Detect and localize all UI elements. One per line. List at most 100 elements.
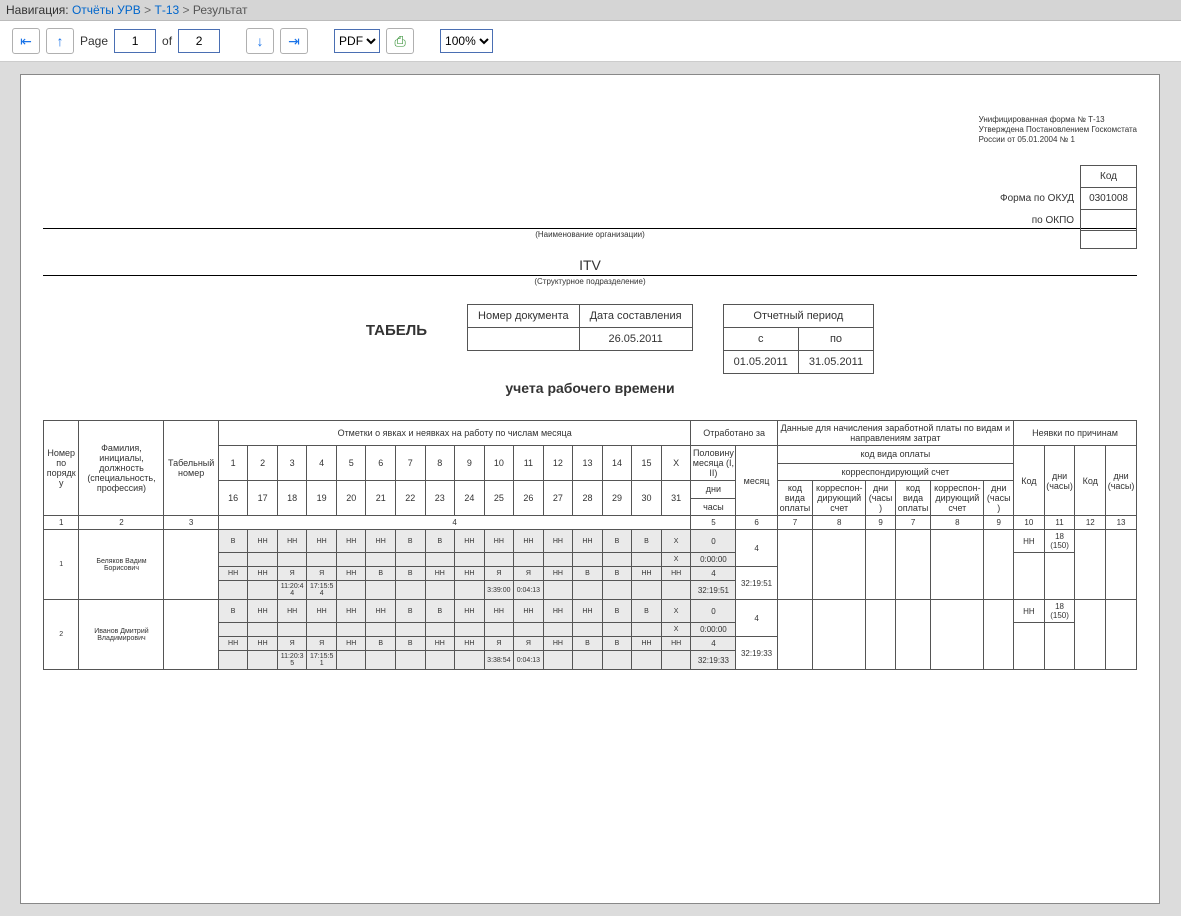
time-cell [307,553,337,567]
of-label: of [162,34,172,48]
day-cell: НН [632,637,662,651]
month-hours: 32:19:51 [736,567,777,600]
half-hours: 32:19:51 [691,581,736,600]
format-select[interactable]: PDF [334,29,380,53]
day-cell: НН [543,637,573,651]
nav-label: Навигация: [6,3,69,17]
th-worked: Отработано за [691,421,777,446]
day-cell: НН [248,637,278,651]
next-page-button[interactable]: ↓ [246,28,274,54]
breadcrumb: Навигация: Отчёты УРВ > Т-13 > Результат [0,0,1181,21]
period-from: 01.05.2011 [723,351,798,374]
abs-cell [1044,623,1075,670]
half-hours: 0:00:00 [691,623,736,637]
abs-code: НН [1014,530,1045,553]
day-cell: НН [661,567,691,581]
viewer-toolbar: ⇤ ↑ Page of ↓ ⇥ PDF ⎙ 100% [0,21,1181,62]
page-input[interactable] [114,29,156,53]
abs-code: НН [1014,600,1045,623]
day-cell: НН [336,600,366,623]
first-page-button[interactable]: ⇤ [12,28,40,54]
time-cell [602,553,632,567]
month-days: 4 [736,600,777,637]
time-cell [573,623,603,637]
th-day: 3 [277,446,307,481]
th-day: 14 [602,446,632,481]
day-cell: В [573,567,603,581]
th-day: 15 [632,446,662,481]
day-cell: В [632,530,662,553]
time-cell [396,623,426,637]
time-cell [455,553,485,567]
time-cell: Х [661,623,691,637]
th-abs: Неявки по причинам [1014,421,1137,446]
day-cell: НН [514,600,544,623]
day-cell: НН [543,600,573,623]
pay-cell [895,530,930,600]
th-day: 2 [248,446,278,481]
day-cell: В [425,600,455,623]
day-cell: НН [661,637,691,651]
day-cell: НН [425,637,455,651]
abs-days: 18 (150) [1044,600,1075,623]
th-pay: Данные для начисления заработной платы п… [777,421,1013,446]
th-day: 17 [248,481,278,516]
pay-cell [866,600,896,670]
time-cell [366,651,396,670]
time-cell [543,623,573,637]
day-cell: Я [307,637,337,651]
time-cell: 11:20:44 [277,581,307,600]
th-day: 4 [307,446,337,481]
day-cell: НН [307,530,337,553]
time-cell [573,651,603,670]
export-button[interactable]: ⎙ [386,28,414,54]
form-header: Унифицированная форма № Т-13 Утверждена … [979,115,1137,145]
total-pages-input[interactable] [178,29,220,53]
time-cell [277,553,307,567]
day-cell: В [218,600,248,623]
colnum: 4 [218,516,691,530]
time-cell [484,553,514,567]
day-cell: Я [277,637,307,651]
abs-cell [1075,530,1106,600]
day-cell: В [602,530,632,553]
day-cell: НН [455,530,485,553]
time-cell [396,651,426,670]
th-hours: часы [691,498,736,516]
th-day: 5 [336,446,366,481]
last-page-button[interactable]: ⇥ [280,28,308,54]
day-cell: Я [514,567,544,581]
day-cell: НН [277,530,307,553]
day-cell: НН [218,567,248,581]
time-cell [218,623,248,637]
th-day: 7 [396,446,426,481]
document-meta: ТАБЕЛЬ Номер документа Дата составления … [43,304,1137,374]
colnum: 11 [1044,516,1075,530]
colnum: 1 [44,516,79,530]
time-cell [455,651,485,670]
document-viewer: Унифицированная форма № Т-13 Утверждена … [0,62,1181,916]
title-sub: учета рабочего времени [43,380,1137,396]
abs-cell [1014,553,1045,600]
th-day: 6 [366,446,396,481]
breadcrumb-link-1[interactable]: Отчёты УРВ [72,3,141,17]
department-name: ITV [43,257,1137,273]
okpo-value [1081,210,1137,231]
colnum: 6 [736,516,777,530]
abs-days: 18 (150) [1044,530,1075,553]
doc-number-table: Номер документа Дата составления 26.05.2… [467,304,693,351]
prev-page-button[interactable]: ↑ [46,28,74,54]
time-cell: 0:04:13 [514,651,544,670]
dept-caption: (Структурное подразделение) [43,277,1137,286]
day-cell: НН [514,530,544,553]
zoom-select[interactable]: 100% [440,29,493,53]
day-cell: В [573,637,603,651]
breadcrumb-link-2[interactable]: Т-13 [155,3,180,17]
day-cell: В [632,600,662,623]
code-header: Код [1081,166,1137,188]
code-empty [1081,231,1137,249]
time-cell [484,623,514,637]
month-hours: 32:19:33 [736,637,777,670]
day-cell: В [218,530,248,553]
day-cell: Я [307,567,337,581]
